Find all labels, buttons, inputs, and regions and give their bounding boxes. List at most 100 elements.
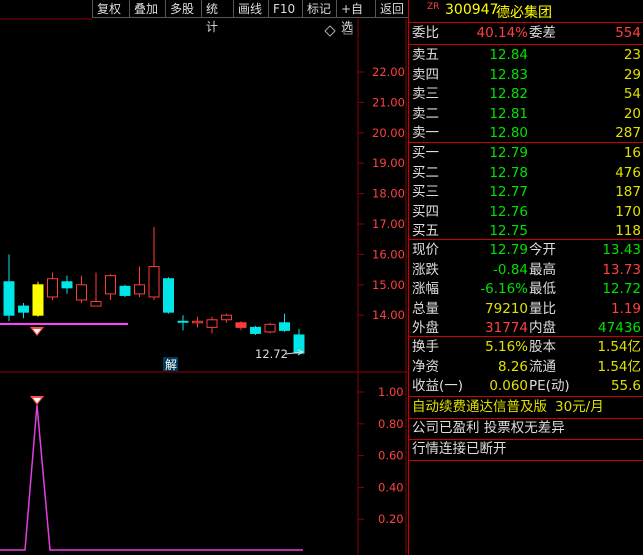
row-label: 卖三: [412, 86, 439, 102]
price-tick-label: 22.00: [372, 65, 405, 79]
separator: [409, 396, 643, 397]
bid-row: 买四 12.76 170: [409, 203, 643, 222]
connection-status: 行情连接已断开: [412, 441, 507, 457]
row-label: 净资: [412, 358, 439, 375]
row-label: 买三: [412, 184, 439, 200]
separator: [409, 239, 643, 240]
ad-price[interactable]: 30元/月: [555, 399, 604, 415]
candle: [90, 272, 102, 307]
row-label: 卖四: [412, 66, 439, 83]
bid-row: 买三 12.77 187: [409, 183, 643, 202]
row-label-2: 量比: [529, 300, 556, 317]
candle: [119, 284, 131, 297]
window-square-icon[interactable]: [343, 24, 353, 35]
price-tick-label: 15.00: [372, 278, 405, 292]
row-label-2: 委差: [529, 25, 556, 41]
fund-row: 净资 8.26 流通 1.54亿: [409, 358, 643, 377]
row-value-2: 287: [615, 125, 641, 141]
candle: [134, 266, 145, 297]
row-label-2: 流通: [529, 358, 556, 375]
candle: [76, 275, 87, 304]
candle-body: [119, 285, 131, 296]
candle-body: [221, 314, 232, 321]
separator: [409, 22, 643, 23]
candle: [192, 316, 203, 328]
candle: [47, 272, 58, 300]
bid-row: 买二 12.78 476: [409, 164, 643, 183]
fund-row: 收益(一) 0.060 PE(动) 55.6: [409, 377, 643, 396]
row-label: 买一: [412, 145, 439, 161]
price-tick-label: 17.00: [372, 217, 405, 231]
stat-row: 涨幅 -6.16% 最低 12.72: [409, 280, 643, 299]
price-tick-label: 18.00: [372, 187, 405, 201]
candle-body: [134, 284, 145, 295]
candle-body: [177, 320, 189, 323]
weibi-row: 委比 40.14% 委差 554: [409, 24, 643, 43]
row-label: 涨跌: [412, 261, 439, 278]
candle: [105, 274, 116, 300]
candle-body: [148, 266, 160, 298]
price-tick-label: 21.00: [372, 95, 405, 109]
candle: [235, 321, 247, 331]
row-value-2: 13.73: [602, 261, 641, 278]
row-label-2: 今开: [529, 242, 556, 258]
indicator-tick-label: 0.60: [378, 449, 404, 463]
indicator-axis: 1.00 0.80 0.60 0.40 0.20: [358, 385, 404, 526]
stat-row: 总量 79210 量比 1.19: [409, 300, 643, 319]
row-value-2: 187: [615, 184, 641, 200]
row-value-2: 170: [615, 203, 641, 220]
price-axis: 22.00 21.00 20.00 19.00 18.00 17.00 16.00 15.00…: [358, 65, 405, 322]
row-label: 总量: [412, 300, 439, 317]
candle: [61, 275, 73, 294]
candle: [206, 316, 218, 334]
candle-body: [90, 301, 102, 307]
candle: [32, 281, 44, 317]
candle: [18, 303, 29, 319]
row-value-2: 1.54亿: [597, 358, 641, 375]
price-tick-label: 16.00: [372, 247, 405, 261]
row-value-2: 55.6: [610, 378, 641, 394]
row-label: 委比: [412, 25, 439, 41]
indicator-tick-label: 1.00: [378, 385, 404, 399]
kline-chart[interactable]: 22.00 21.00 20.00 19.00 18.00 17.00 16.00 15.00…: [0, 0, 408, 555]
row-label: 涨幅: [412, 281, 439, 297]
row-label: 收益(一): [412, 378, 464, 394]
candle-body: [192, 320, 203, 324]
stock-code: 300947: [445, 2, 499, 18]
row-value: 8.26: [497, 358, 528, 375]
row-value-2: 20: [623, 105, 641, 122]
indicator-marker-icon: [30, 396, 44, 405]
stock-name: 德必集团: [496, 5, 552, 21]
row-value-2: 12.72: [602, 281, 641, 297]
price-tick-label: 20.00: [372, 126, 405, 140]
diamond-icon[interactable]: [324, 25, 336, 37]
candle: [221, 313, 232, 323]
row-value: 12.79: [489, 145, 528, 161]
row-value: 12.77: [489, 184, 528, 200]
row-value-2: 54: [623, 86, 641, 102]
ask-row: 卖二 12.81 20: [409, 105, 643, 124]
subscription-ad[interactable]: 自动续费通达信普及版 30元/月: [412, 398, 642, 417]
ask-row: 卖三 12.82 54: [409, 85, 643, 104]
row-label: 卖一: [412, 125, 439, 141]
candle-body: [279, 322, 290, 331]
candle-body: [105, 275, 116, 295]
candles: [3, 227, 305, 355]
row-label: 买四: [412, 203, 439, 220]
ad-text[interactable]: 自动续费通达信普及版: [412, 399, 547, 415]
separator: [409, 44, 643, 45]
zr-tag: ZR: [427, 2, 440, 12]
candle: [163, 277, 174, 314]
row-value: 12.78: [489, 164, 528, 181]
candle-body: [235, 322, 247, 328]
candle: [177, 315, 189, 331]
row-label: 卖二: [412, 105, 439, 122]
candle-body: [47, 278, 58, 298]
row-value-2: 23: [623, 47, 641, 63]
row-value: 12.82: [489, 86, 528, 102]
row-label-2: 最低: [529, 281, 556, 297]
candle-body: [61, 281, 73, 289]
row-value: -0.84: [493, 261, 528, 278]
row-value: 12.76: [489, 203, 528, 220]
row-value-2: 554: [615, 25, 641, 41]
